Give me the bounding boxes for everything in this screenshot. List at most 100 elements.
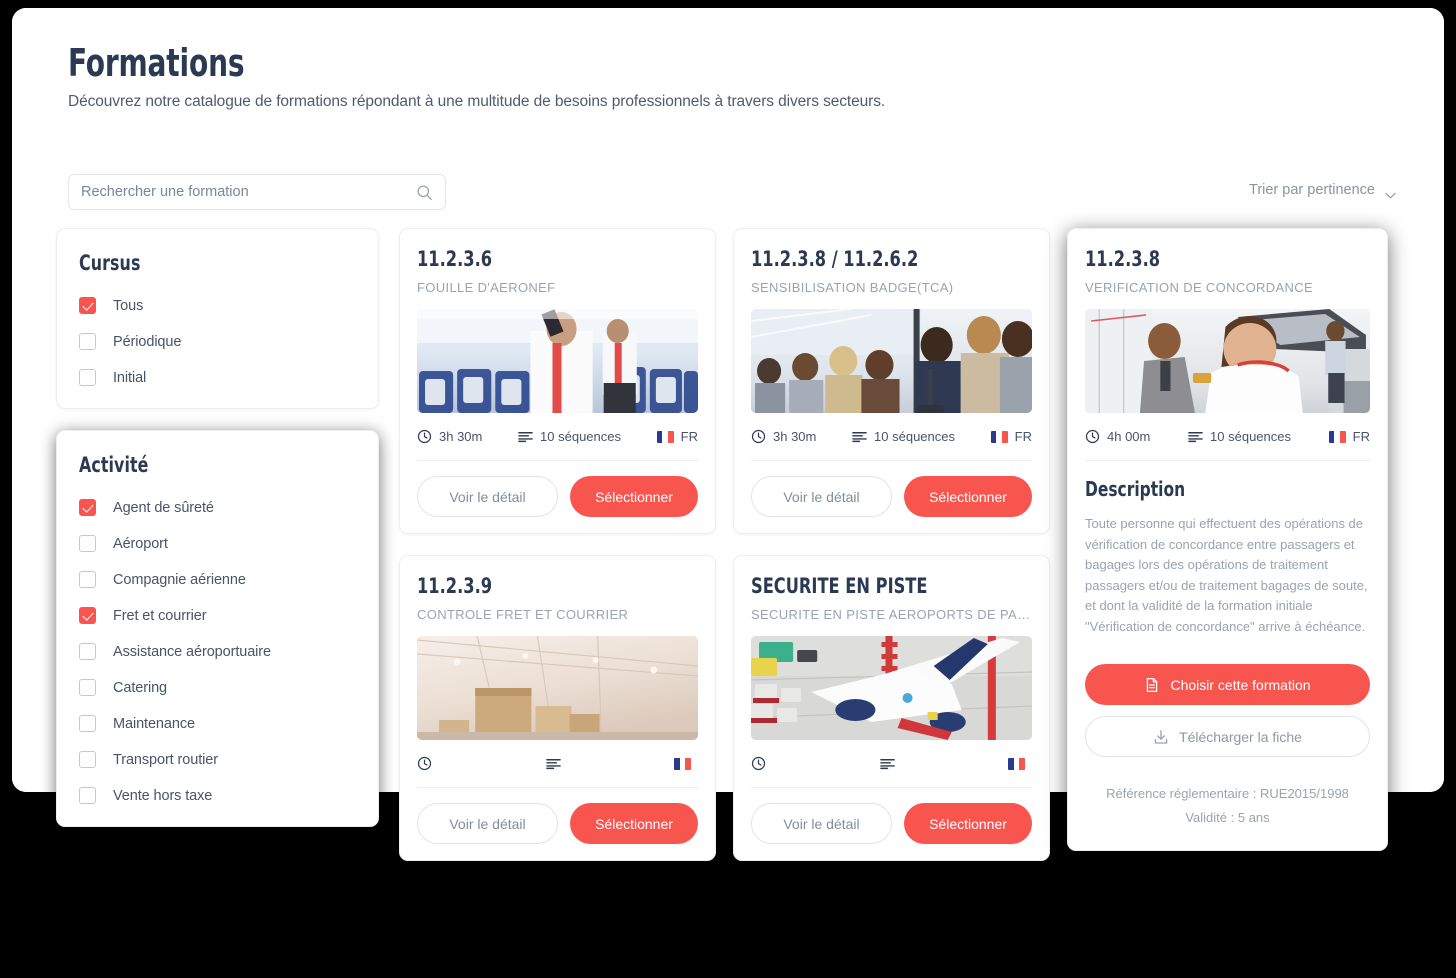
select-button[interactable]: Sélectionner: [570, 803, 698, 845]
course-code: 11.2.3.9: [417, 574, 493, 599]
checkbox-assistance-aeroportuaire[interactable]: [79, 643, 96, 660]
course-photo-airport-queue: [751, 309, 1032, 414]
view-detail-button[interactable]: Voir le détail: [417, 476, 558, 518]
select-button[interactable]: Sélectionner: [904, 803, 1032, 845]
card-divider: [751, 787, 1032, 789]
filter-option-transport-routier[interactable]: Transport routier: [79, 751, 356, 768]
course-card[interactable]: 11.2.3.8 / 11.2.6.2 SENSIBILISATION BADG…: [733, 228, 1050, 535]
checkbox-periodique[interactable]: [79, 333, 96, 350]
checkbox-transport-routier[interactable]: [79, 751, 96, 768]
course-card[interactable]: SECURITE EN PISTE SECURITE EN PISTE AERO…: [733, 555, 1050, 862]
clock-icon: [751, 756, 766, 771]
sort-label: Trier par pertinence: [1249, 182, 1375, 198]
course-card[interactable]: 11.2.3.9 CONTROLE FRET ET COURRIER Voir …: [399, 555, 716, 862]
filter-option-label: Assistance aéroportuaire: [113, 643, 271, 660]
duration-text: 3h 30m: [439, 429, 483, 445]
filter-option-label: Tous: [113, 297, 144, 314]
filter-option-periodique[interactable]: Périodique: [79, 333, 356, 350]
view-detail-button[interactable]: Voir le détail: [417, 803, 558, 845]
chevron-down-icon[interactable]: [1385, 187, 1396, 199]
checkbox-initial[interactable]: [79, 369, 96, 386]
course-code: SECURITE EN PISTE: [751, 574, 928, 599]
course-meta: [751, 756, 1032, 773]
description-heading: Description: [1085, 477, 1186, 502]
filter-option-label: Compagnie aérienne: [113, 571, 246, 588]
french-flag-icon: [990, 430, 1008, 443]
french-flag-icon: [1008, 757, 1025, 770]
checkbox-compagnie-aerienne[interactable]: [79, 571, 96, 588]
filter-option-label: Agent de sûreté: [113, 499, 214, 516]
filter-option-label: Initial: [113, 369, 147, 386]
filter-option-tous[interactable]: Tous: [79, 297, 356, 314]
filter-option-initial[interactable]: Initial: [79, 369, 356, 386]
course-duration: 3h 30m: [751, 429, 816, 444]
course-code: 11.2.3.6: [417, 247, 493, 271]
checkbox-fret-et-courrier[interactable]: [79, 607, 96, 624]
course-duration: 3h 30m: [417, 429, 482, 444]
checkbox-catering[interactable]: [79, 679, 96, 696]
list-lines-icon: [518, 429, 533, 444]
filter-option-agent-de-surete[interactable]: Agent de sûreté: [79, 499, 356, 516]
course-name: SECURITE EN PISTE AEROPORTS DE PARIS: [751, 607, 1032, 623]
download-sheet-button[interactable]: Télécharger la fiche: [1085, 716, 1370, 758]
search-icon[interactable]: [416, 184, 433, 201]
course-language: FR: [990, 429, 1032, 444]
download-sheet-label: Télécharger la fiche: [1179, 728, 1302, 745]
clock-icon: [417, 429, 432, 444]
course-duration: [417, 756, 439, 771]
select-button[interactable]: Sélectionner: [904, 476, 1032, 518]
course-photo-aircraft-cabin-search: [417, 309, 698, 414]
view-detail-button[interactable]: Voir le détail: [751, 476, 892, 518]
filter-option-assistance-aeroportuaire[interactable]: Assistance aéroportuaire: [79, 643, 356, 660]
detail-course-name: VERIFICATION DE CONCORDANCE: [1085, 280, 1314, 296]
detail-meta: 4h 00m 10 séquences FR: [1085, 429, 1370, 446]
course-sequences: 10 séquences: [518, 429, 621, 444]
sort-dropdown[interactable]: Trier par pertinence: [1249, 182, 1396, 199]
card-divider: [417, 460, 698, 462]
checkbox-tous[interactable]: [79, 297, 96, 314]
choose-formation-button[interactable]: Choisir cette formation: [1085, 664, 1370, 706]
view-detail-button[interactable]: Voir le détail: [751, 803, 892, 845]
course-duration: [751, 756, 773, 771]
french-flag-icon: [1328, 430, 1346, 443]
checkbox-aeroport[interactable]: [79, 535, 96, 552]
card-actions: Voir le détail Sélectionner: [751, 803, 1032, 845]
language-text: FR: [1352, 429, 1370, 445]
card-divider: [1085, 460, 1370, 462]
filter-card-cursus: Cursus Tous Périodique Initial: [56, 228, 379, 409]
card-actions: Voir le détail Sélectionner: [417, 803, 698, 845]
course-meta: 3h 30m 10 séquences FR: [751, 429, 1032, 446]
sequences-text: 10 séquences: [1210, 429, 1291, 445]
checkbox-vente-hors-taxe[interactable]: [79, 787, 96, 804]
filter-option-label: Vente hors taxe: [113, 787, 213, 804]
course-name: SENSIBILISATION BADGE(TCA): [751, 280, 954, 296]
filter-option-label: Transport routier: [113, 751, 218, 768]
course-card[interactable]: 11.2.3.6 FOUILLE D'AERONEF 3h 30m 10 séq…: [399, 228, 716, 535]
filter-option-aeroport[interactable]: Aéroport: [79, 535, 356, 552]
filter-option-vente-hors-taxe[interactable]: Vente hors taxe: [79, 787, 356, 804]
course-language: [1008, 757, 1032, 770]
list-lines-icon: [545, 756, 561, 771]
course-sequences: 10 séquences: [852, 429, 955, 444]
course-name: CONTROLE FRET ET COURRIER: [417, 607, 629, 623]
filter-option-maintenance[interactable]: Maintenance: [79, 715, 356, 732]
clock-icon: [751, 429, 766, 444]
course-meta: [417, 756, 698, 773]
filter-card-activite: Activité Agent de sûreté Aéroport Compag…: [56, 430, 379, 827]
filter-option-catering[interactable]: Catering: [79, 679, 356, 696]
card-actions: Voir le détail Sélectionner: [417, 476, 698, 518]
course-code: 11.2.3.8 / 11.2.6.2: [751, 247, 919, 271]
card-divider: [417, 787, 698, 789]
search-box[interactable]: [68, 174, 446, 210]
select-button[interactable]: Sélectionner: [570, 476, 698, 518]
search-input[interactable]: [81, 184, 416, 200]
course-sequences: [879, 756, 902, 771]
download-icon: [1153, 729, 1169, 745]
checkbox-agent-de-surete[interactable]: [79, 499, 96, 516]
detail-duration: 4h 00m: [1085, 429, 1150, 444]
filter-option-fret-et-courrier[interactable]: Fret et courrier: [79, 607, 356, 624]
filter-option-compagnie-aerienne[interactable]: Compagnie aérienne: [79, 571, 356, 588]
course-meta: 3h 30m 10 séquences FR: [417, 429, 698, 446]
french-flag-icon: [656, 430, 674, 443]
checkbox-maintenance[interactable]: [79, 715, 96, 732]
